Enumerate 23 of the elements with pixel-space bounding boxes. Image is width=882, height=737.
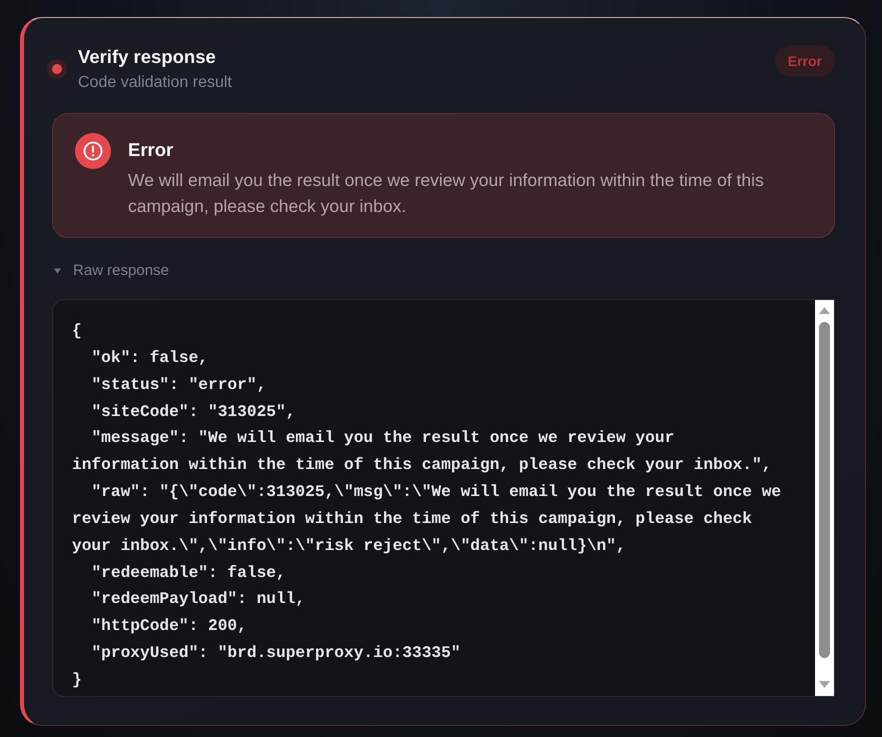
card-subtitle: Code validation result <box>78 73 232 93</box>
alert-message: We will email you the result once we review your information within the time of this campaign, please check your inbox. <box>128 169 765 218</box>
code-line: "httpCode": 200, <box>90 616 248 638</box>
exclamation-icon <box>75 133 111 169</box>
code-line: "raw": "{\"code\":313025,\"msg\":\"We will email you the result once we review your information within the time of this campaign, please check your inbox.\",\"info\":\"risk reject\",\"data\":null}\n", <box>72 482 782 557</box>
scroll-down-icon[interactable] <box>819 681 830 688</box>
code-line: "proxyUsed": "brd.superproxy.io:33335" <box>90 643 462 664</box>
scroll-up-icon[interactable] <box>819 307 830 314</box>
alert-title: Error <box>128 138 174 162</box>
code-line: { <box>72 321 83 342</box>
caret-icon <box>54 268 61 274</box>
code-line: "ok": false, <box>90 348 210 369</box>
status-badge: Error <box>774 45 835 77</box>
card-title: Verify response <box>78 45 217 69</box>
raw-response-toggle[interactable]: Raw response <box>54 261 169 281</box>
scrollbar[interactable] <box>815 300 834 696</box>
code-line: "redeemPayload": null, <box>90 589 306 610</box>
scrollbar-thumb[interactable] <box>819 322 830 658</box>
code-line: } <box>72 670 83 691</box>
code-line: "redeemable": false, <box>90 562 287 584</box>
code-line: "status": "error", <box>90 374 268 396</box>
code-line: "message": "We will email you the result once we review your information within the time of this campaign, please check your inbox.", <box>72 428 772 476</box>
code-line: "siteCode": "313025", <box>90 402 296 423</box>
